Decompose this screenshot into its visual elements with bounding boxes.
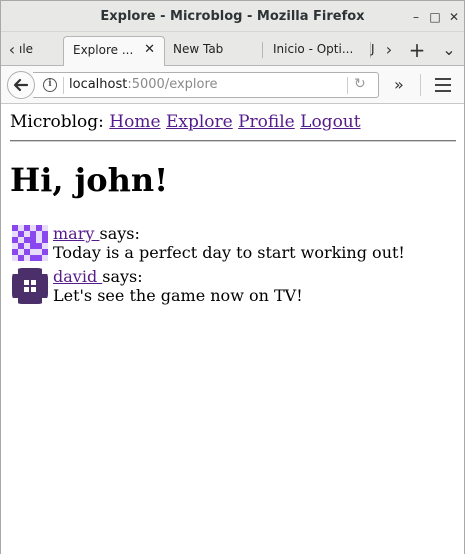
info-icon[interactable]: i	[43, 78, 57, 92]
close-tab-icon[interactable]: ✕	[144, 37, 155, 63]
tab-new-tab[interactable]: New Tab	[165, 36, 263, 66]
post-item: mary says: Today is a perfect day to sta…	[12, 225, 452, 263]
site-nav: Microblog: Home Explore Profile Logout	[10, 112, 361, 132]
page-content: Microblog: Home Explore Profile Logout H…	[1, 105, 464, 554]
tab-next[interactable]: J	[369, 36, 379, 66]
avatar	[12, 225, 48, 261]
tab-inicio[interactable]: Inicio - Opti...	[265, 36, 371, 66]
back-arrow-icon	[13, 78, 29, 92]
url-input[interactable]: localhost:5000/explore	[69, 77, 218, 92]
post-says: says:	[102, 267, 143, 286]
nav-link-profile[interactable]: Profile	[238, 112, 295, 132]
tab-label: Explore ...	[73, 43, 134, 57]
nav-link-home[interactable]: Home	[109, 112, 160, 132]
post-says: says:	[99, 224, 140, 243]
maximize-icon[interactable]: □	[428, 10, 442, 24]
close-icon[interactable]: ✕	[447, 10, 461, 24]
tab-label: ıle	[19, 42, 34, 56]
divider	[10, 140, 456, 142]
tab-strip: ‹ ıle Explore ... ✕ New Tab Inicio - Opt…	[1, 32, 464, 66]
tab-label: J	[371, 42, 375, 56]
post-item: david says: Let's see the game now on TV…	[12, 268, 452, 306]
tab-label: New Tab	[173, 42, 224, 56]
tab-previous[interactable]: ıle	[19, 36, 59, 66]
nav-link-logout[interactable]: Logout	[300, 112, 360, 132]
double-chevron-icon[interactable]: »	[394, 75, 404, 94]
url-bar[interactable]: i localhost:5000/explore ↻	[33, 72, 379, 98]
minimize-icon[interactable]: –	[409, 10, 423, 24]
nav-link-explore[interactable]: Explore	[166, 112, 233, 132]
page-title: Hi, john!	[10, 161, 169, 199]
tab-explore[interactable]: Explore ... ✕	[63, 36, 165, 66]
title-bar: Explore - Microblog - Mozilla Firefox – …	[1, 1, 464, 32]
scroll-tabs-right-icon[interactable]: ›	[380, 39, 398, 61]
tab-list-icon[interactable]: ⌄	[438, 39, 460, 61]
back-button[interactable]	[7, 71, 35, 99]
window-title: Explore - Microblog - Mozilla Firefox	[100, 9, 365, 24]
avatar	[12, 268, 48, 304]
post-author-link[interactable]: mary	[53, 224, 99, 243]
tab-label: Inicio - Opti...	[273, 42, 354, 56]
post-header: mary says:	[53, 225, 140, 243]
browser-window: Explore - Microblog - Mozilla Firefox – …	[0, 0, 465, 554]
post-body: Let's see the game now on TV!	[53, 286, 303, 305]
new-tab-button[interactable]: +	[406, 39, 428, 61]
site-brand: Microblog:	[10, 112, 104, 132]
reload-icon[interactable]: ↻	[354, 76, 366, 92]
post-author-link[interactable]: david	[53, 267, 102, 286]
hamburger-menu-icon[interactable]	[435, 78, 451, 92]
post-body: Today is a perfect day to start working …	[53, 243, 405, 262]
navigation-bar: i localhost:5000/explore ↻ »	[1, 66, 464, 104]
post-header: david says:	[53, 268, 143, 286]
